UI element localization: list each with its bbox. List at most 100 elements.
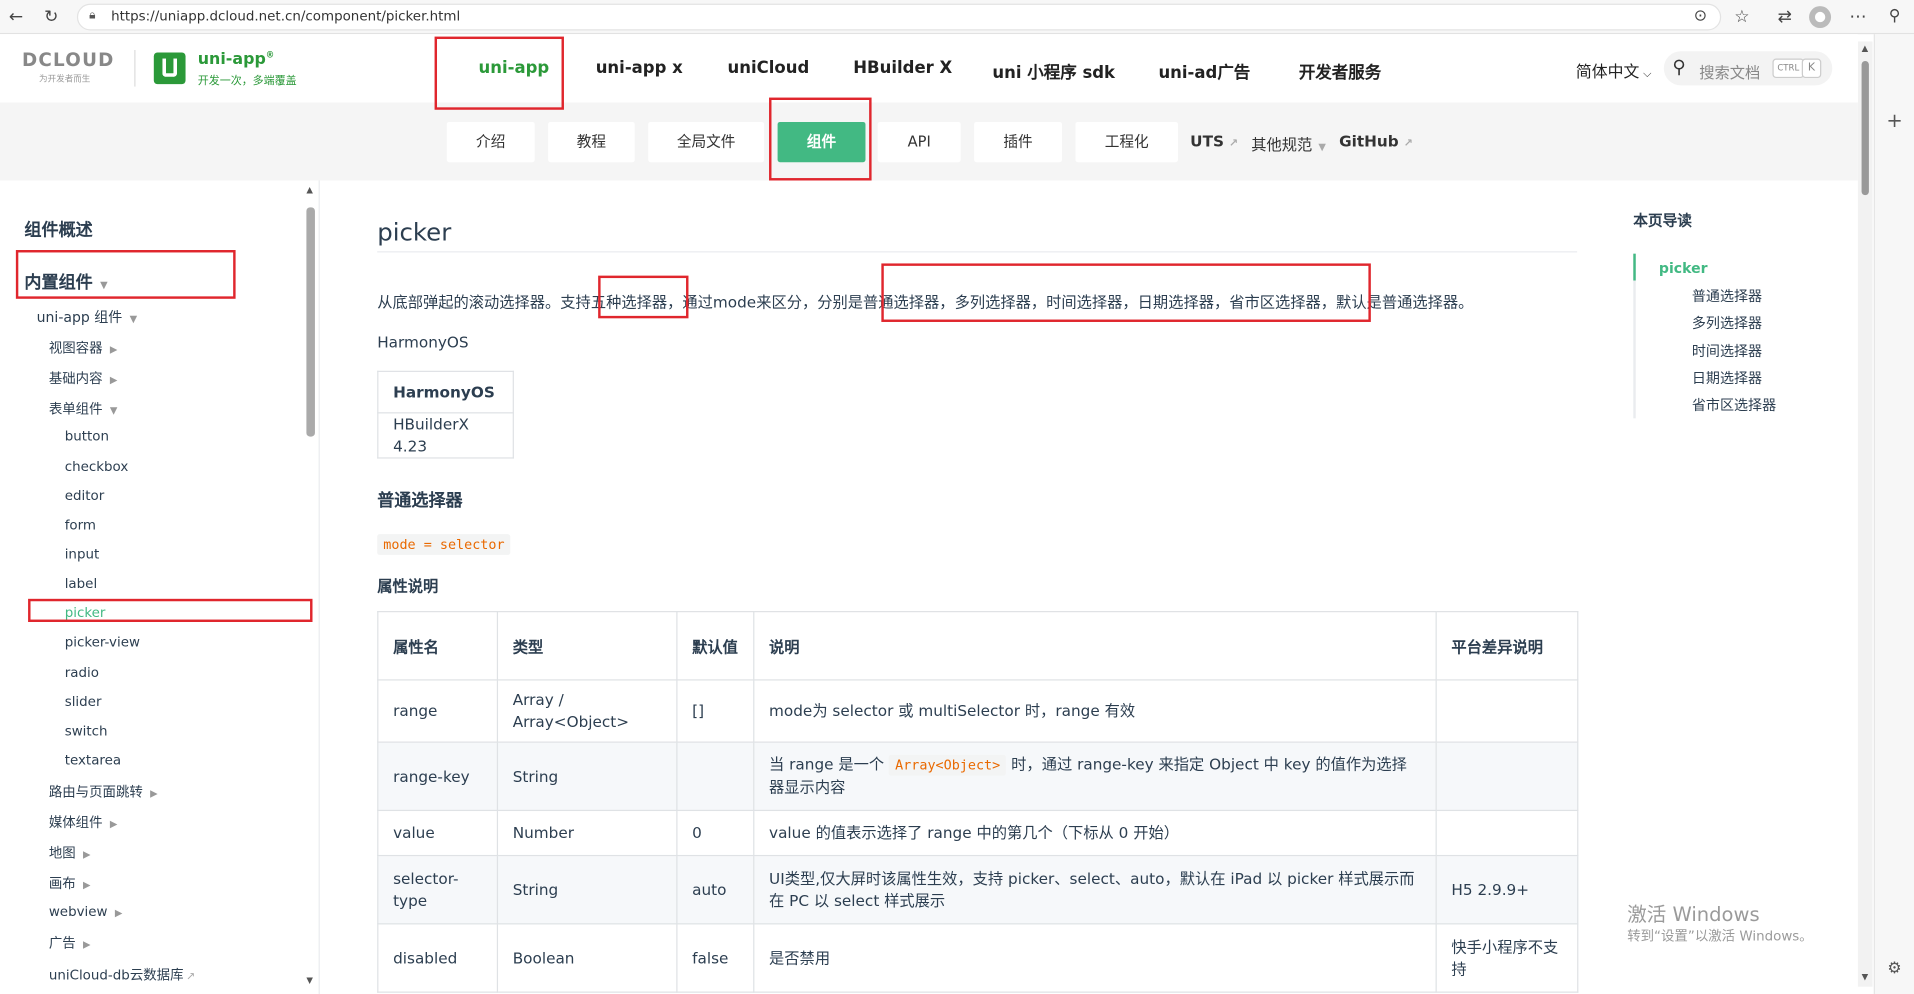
sidebar-group-label[interactable]: 表单组件 — [49, 401, 103, 417]
subnav-components[interactable]: 组件 — [777, 121, 866, 163]
more-icon[interactable]: ⋯ — [1847, 6, 1869, 28]
sidebar-item-form[interactable]: form — [65, 517, 96, 533]
chevron-down-icon[interactable]: ⌵ — [1643, 68, 1651, 80]
add-side-icon[interactable]: + — [1884, 109, 1906, 132]
brand-name-text[interactable]: uni-app — [198, 50, 266, 68]
toc-item-region[interactable]: 省市区选择器 — [1692, 395, 1776, 415]
sidebar-group-label[interactable]: 视图容器 — [49, 340, 103, 356]
sidebar-overview[interactable]: 组件概述 — [24, 217, 92, 241]
toc-item-date[interactable]: 日期选择器 — [1692, 368, 1762, 388]
nav-developer-services[interactable]: 开发者服务 — [1299, 59, 1381, 83]
sidebar-group-unicloud-db[interactable]: uniCloud-db云数据库 ↗ — [49, 965, 195, 985]
brand-name[interactable]: uni-app® — [198, 50, 275, 69]
nav-uni-app-x[interactable]: uni-app x — [596, 59, 683, 79]
subnav-github-label[interactable]: GitHub — [1339, 132, 1399, 150]
sidebar-item-picker[interactable]: picker — [65, 605, 106, 621]
nav-hbuilderx[interactable]: HBuilder X — [853, 59, 952, 79]
sidebar-group-label[interactable]: uniCloud-db云数据库 — [49, 967, 184, 983]
language-select[interactable]: 简体中文 ⌵ — [1576, 59, 1651, 81]
subnav-github[interactable]: GitHub ↗ — [1339, 132, 1413, 150]
subnav-other-specs-label[interactable]: 其他规范 — [1251, 135, 1312, 153]
subnav-uts-label[interactable]: UTS — [1190, 132, 1224, 150]
subnav-tutorial[interactable]: 教程 — [548, 121, 635, 163]
sidebar-group-basic-content[interactable]: 基础内容 ▶ — [49, 368, 118, 388]
sidebar-builtin-components[interactable]: 内置组件 ▼ — [24, 270, 107, 294]
search-placeholder[interactable]: 搜索文档 — [1699, 60, 1760, 83]
page-scrollbar-thumb[interactable] — [1861, 60, 1869, 196]
sidebar-item-button[interactable]: button — [65, 428, 109, 444]
sidebar-item-switch[interactable]: switch — [65, 723, 108, 739]
sidebar-scrollbar-thumb[interactable] — [306, 207, 315, 437]
uniapp-logo-icon[interactable] — [153, 52, 186, 85]
sidebar-scroll-up-icon[interactable]: ▲ — [306, 185, 313, 195]
search-icon[interactable]: ⚲ — [1672, 56, 1685, 78]
toc-item-time[interactable]: 时间选择器 — [1692, 341, 1762, 361]
sidebar-group-webview[interactable]: webview ▶ — [49, 904, 123, 920]
sidebar-group-label[interactable]: webview — [49, 904, 108, 920]
toc-item-normal[interactable]: 普通选择器 — [1692, 287, 1762, 307]
sidebar-group-media[interactable]: 媒体组件 ▶ — [49, 812, 118, 832]
cell-platform — [1435, 679, 1579, 743]
toc-item-multi[interactable]: 多列选择器 — [1692, 313, 1762, 333]
sidebar-group-label[interactable]: 地图 — [49, 845, 76, 861]
favorite-icon[interactable]: ☆ — [1731, 6, 1753, 28]
caret-right-icon: ▶ — [109, 343, 118, 355]
col-header-default: 默认值 — [676, 611, 755, 681]
sidebar-item-input[interactable]: input — [65, 546, 100, 562]
cell-type: Boolean — [496, 923, 678, 993]
sidebar-group-map[interactable]: 地图 ▶ — [49, 843, 91, 863]
table-row: selector-type String auto UI类型,仅大屏时该属性生效… — [377, 854, 1579, 925]
sidebar-group-canvas[interactable]: 画布 ▶ — [49, 873, 91, 893]
page-scrollbar[interactable]: ▲ ▼ — [1857, 41, 1873, 987]
nav-unicloud[interactable]: uniCloud — [728, 59, 810, 79]
lock-icon[interactable]: 🔒︎ — [89, 9, 96, 22]
address-bar[interactable]: 🔒︎ https://uniapp.dcloud.net.cn/componen… — [76, 3, 1722, 31]
profile-icon[interactable]: ● — [1809, 6, 1832, 29]
sidebar-item-slider[interactable]: slider — [65, 694, 102, 710]
sidebar-group-ads[interactable]: 广告 ▶ — [49, 933, 91, 953]
sidebar-scrollbar[interactable]: ▲ ▼ — [305, 185, 317, 987]
sidebar-group-routing[interactable]: 路由与页面跳转 ▶ — [49, 782, 158, 802]
subnav-plugins[interactable]: 插件 — [974, 121, 1063, 163]
scroll-up-icon[interactable]: ▲ — [1862, 44, 1869, 54]
subnav-engineering[interactable]: 工程化 — [1075, 121, 1178, 163]
nav-uni-ad[interactable]: uni-ad广告 — [1158, 59, 1250, 83]
subnav-api[interactable]: API — [877, 121, 961, 163]
subnav-other-specs[interactable]: 其他规范 ▼ — [1251, 132, 1326, 155]
sidebar-item-radio[interactable]: radio — [65, 665, 99, 681]
language-label[interactable]: 简体中文 — [1576, 63, 1639, 81]
sidebar-item-checkbox[interactable]: checkbox — [65, 459, 129, 475]
sidebar-item-label[interactable]: label — [65, 576, 97, 592]
url-text[interactable]: https://uniapp.dcloud.net.cn/component/p… — [111, 9, 460, 25]
toc-item-picker[interactable]: picker — [1659, 260, 1708, 277]
collections-icon[interactable]: ⇄ — [1774, 6, 1796, 28]
sidebar-item-textarea[interactable]: textarea — [65, 752, 121, 768]
sidebar-scroll-down-icon[interactable]: ▼ — [306, 976, 313, 986]
sidebar-group-label[interactable]: 路由与页面跳转 — [49, 784, 143, 800]
nav-uni-app[interactable]: uni-app — [479, 59, 550, 79]
settings-icon[interactable]: ⚙ — [1884, 959, 1906, 981]
reader-icon[interactable]: ⊙ — [1689, 6, 1711, 28]
caret-right-icon: ▶ — [83, 939, 91, 951]
search-side-icon[interactable]: ⚲ — [1884, 6, 1906, 28]
sidebar-item-editor[interactable]: editor — [65, 488, 105, 504]
sidebar-group-label[interactable]: 广告 — [49, 935, 76, 951]
sidebar-group-label[interactable]: 基础内容 — [49, 371, 103, 387]
sidebar-group-view-container[interactable]: 视图容器 ▶ — [49, 338, 118, 358]
search-box[interactable]: ⚲ 搜索文档 CTRL K — [1663, 51, 1833, 86]
subnav-uts[interactable]: UTS ↗ — [1190, 132, 1238, 150]
sidebar-builtin-label[interactable]: 内置组件 — [24, 273, 92, 293]
back-icon[interactable]: ← — [5, 6, 27, 28]
subnav-global-files[interactable]: 全局文件 — [648, 121, 765, 163]
nav-mini-program-sdk[interactable]: uni 小程序 sdk — [992, 59, 1115, 83]
subnav-intro[interactable]: 介绍 — [446, 121, 535, 163]
sidebar-uniapp-components[interactable]: uni-app 组件 ▼ — [37, 307, 138, 327]
scroll-down-icon[interactable]: ▼ — [1862, 972, 1869, 982]
sidebar-group-label[interactable]: 媒体组件 — [49, 815, 103, 831]
sidebar-item-picker-view[interactable]: picker-view — [65, 634, 140, 650]
refresh-icon[interactable]: ↻ — [40, 6, 62, 28]
sidebar-group-form[interactable]: 表单组件 ▼ — [49, 399, 118, 419]
dcloud-logo[interactable]: DCLOUD — [22, 49, 115, 71]
sidebar-group-label[interactable]: 画布 — [49, 876, 76, 892]
sidebar-uniapp-components-label[interactable]: uni-app 组件 — [37, 309, 123, 326]
